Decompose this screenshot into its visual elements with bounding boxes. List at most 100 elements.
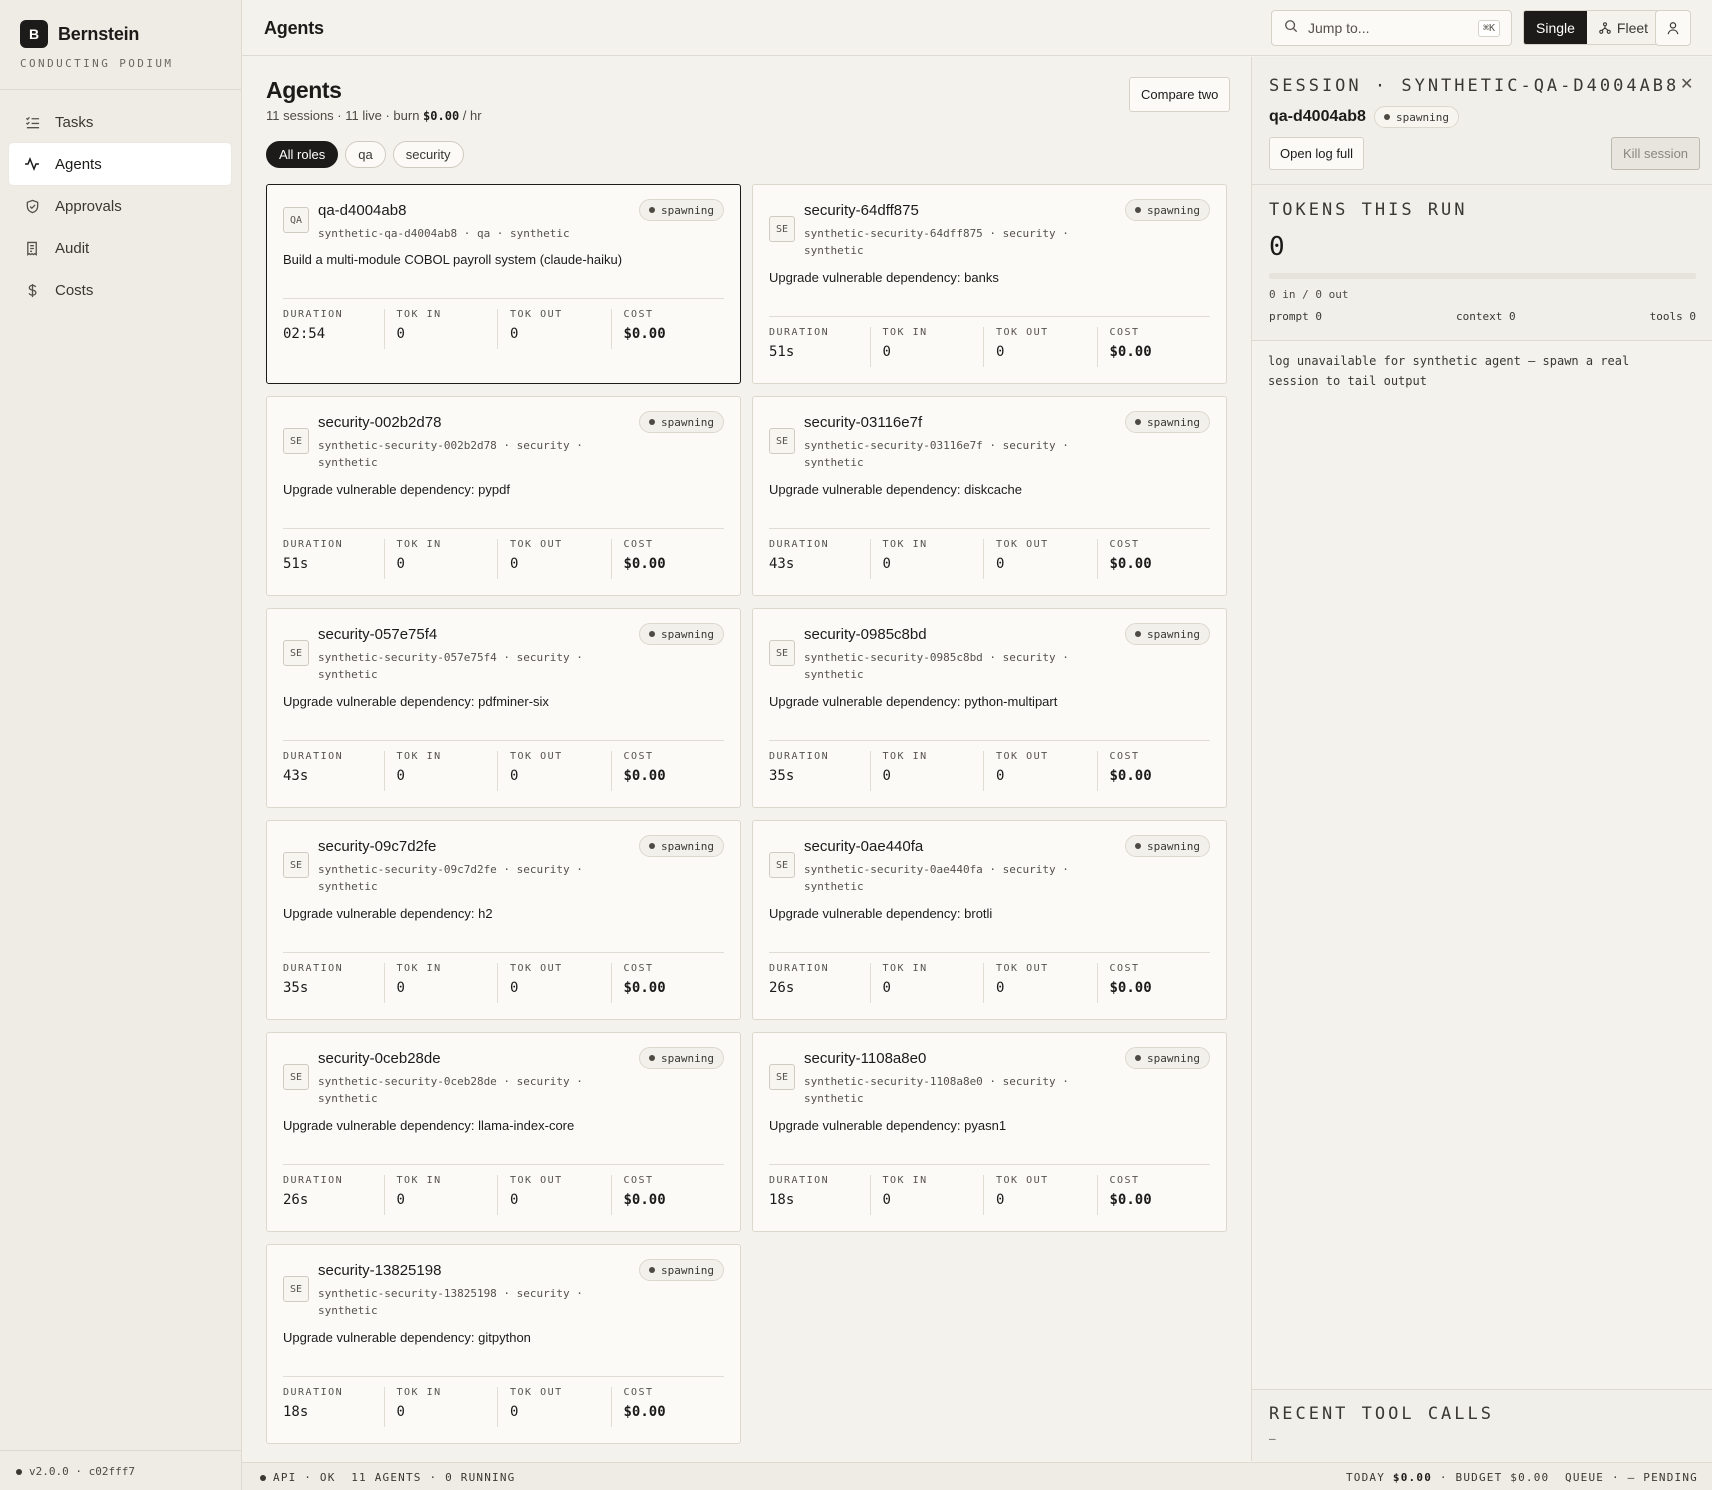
brand[interactable]: B Bernstein — [20, 20, 139, 48]
kill-session-button[interactable]: Kill session — [1611, 137, 1701, 170]
stat-label: DURATION — [283, 751, 344, 762]
stat-tok-in: TOK IN 0 — [383, 539, 498, 579]
agents-main: Agents 11 sessions · 11 live · burn $0.0… — [242, 57, 1251, 1461]
agent-card[interactable]: SE security-0985c8bd synthetic-security-09… — [752, 608, 1227, 808]
role-avatar: SE — [769, 852, 795, 878]
stat-cost: COST $0.00 — [610, 963, 725, 1003]
agent-card[interactable]: SE security-0ae440fa synthetic-security-0a… — [752, 820, 1227, 1020]
today-label: TODAY — [1345, 1471, 1393, 1484]
agent-stats: DURATION 35s TOK IN 0 TOK OUT 0 COST $0.00 — [769, 751, 1210, 791]
stat-label: COST — [623, 751, 654, 762]
agent-card[interactable]: SE security-1108a8e0 synthetic-security-11… — [752, 1032, 1227, 1232]
sidebar-item-audit[interactable]: Audit — [9, 227, 231, 269]
agent-task: Build a multi-module COBOL payroll syste… — [283, 252, 623, 267]
agent-card[interactable]: SE security-002b2d78 synthetic-security-00… — [266, 396, 741, 596]
status-text: spawning — [661, 203, 714, 217]
role-filters: All roles qa security — [266, 141, 471, 168]
role-avatar: SE — [769, 216, 795, 242]
sidebar-item-tasks[interactable]: Tasks — [9, 101, 231, 143]
stat-value: 0 — [396, 1404, 405, 1420]
burn-rate: $0.00 — [423, 109, 460, 123]
stat-label: TOK IN — [882, 751, 928, 762]
stat-tok-out: TOK OUT 0 — [497, 309, 611, 349]
agent-name: security-03116e7f — [804, 414, 923, 431]
tokens-title: TOKENS THIS RUN — [1269, 200, 1468, 220]
role-avatar: SE — [769, 640, 795, 666]
agent-card[interactable]: SE security-64dff875 synthetic-security-64… — [752, 184, 1227, 384]
brand-logo: B — [20, 20, 48, 48]
status-badge: spawning — [1125, 1047, 1210, 1069]
filter-qa[interactable]: qa — [345, 141, 386, 168]
session-log[interactable]: log unavailable for synthetic agent — sp… — [1252, 340, 1712, 1390]
stat-duration: DURATION 35s — [283, 963, 384, 1003]
sidebar-item-label: Approvals — [55, 197, 122, 215]
status-badge: spawning — [639, 411, 724, 433]
stat-value: $0.00 — [1109, 768, 1152, 784]
filter-security[interactable]: security — [392, 141, 464, 168]
role-avatar: SE — [283, 852, 309, 878]
user-menu-button[interactable] — [1655, 10, 1691, 46]
status-dot-icon — [649, 1055, 656, 1061]
status-left: API · OK 11 AGENTS · 0 RUNNING — [260, 1471, 516, 1484]
view-fleet-button[interactable]: Fleet — [1586, 11, 1661, 44]
view-single-button[interactable]: Single — [1524, 11, 1587, 44]
agent-name: security-002b2d78 — [318, 414, 442, 431]
stat-cost: COST $0.00 — [1096, 751, 1211, 791]
agent-card[interactable]: SE security-057e75f4 synthetic-security-05… — [266, 608, 741, 808]
status-dot-icon — [1384, 114, 1390, 120]
agent-name: security-09c7d2fe — [318, 838, 437, 855]
stat-value: 43s — [283, 768, 309, 784]
agent-card[interactable]: QA qa-d4004ab8 synthetic-qa-d4004ab8 · qa … — [266, 184, 741, 384]
agent-card[interactable]: SE security-03116e7f synthetic-security-03… — [752, 396, 1227, 596]
stat-label: COST — [623, 309, 654, 320]
sidebar-item-approvals[interactable]: Approvals — [9, 185, 231, 227]
agent-task: Upgrade vulnerable dependency: python-mu… — [769, 694, 1058, 709]
agent-card[interactable]: SE security-0ceb28de synthetic-security-0c… — [266, 1032, 741, 1232]
stat-label: TOK OUT — [510, 539, 563, 550]
stat-value: 0 — [396, 326, 405, 342]
stat-label: TOK OUT — [996, 1175, 1049, 1186]
stat-label: TOK IN — [396, 309, 442, 320]
stat-tok-out: TOK OUT 0 — [983, 327, 1097, 367]
agent-stats: DURATION 26s TOK IN 0 TOK OUT 0 COST $0.00 — [283, 1175, 724, 1215]
tokens-total: 0 — [1269, 232, 1285, 262]
stat-value: 18s — [283, 1404, 309, 1420]
session-panel: SESSION · SYNTHETIC-QA-D4004AB8 ✕ qa-d40… — [1251, 57, 1712, 1461]
stat-value: 0 — [882, 1192, 891, 1208]
status-badge: spawning — [1125, 199, 1210, 221]
search-input[interactable]: Jump to... ⌘K — [1271, 10, 1512, 46]
agent-card[interactable]: SE security-13825198 synthetic-security-13… — [266, 1244, 741, 1444]
stat-label: DURATION — [769, 327, 830, 338]
open-log-button[interactable]: Open log full — [1269, 137, 1364, 170]
status-dot-icon — [1135, 631, 1142, 637]
status-dot-icon — [1135, 419, 1142, 425]
sidebar-item-costs[interactable]: Costs — [9, 269, 231, 311]
stat-value: 26s — [769, 980, 795, 996]
sidebar-item-label: Tasks — [55, 113, 94, 131]
stat-cost: COST $0.00 — [1096, 1175, 1211, 1215]
status-badge: spawning — [639, 623, 724, 645]
stat-label: TOK OUT — [510, 309, 563, 320]
sidebar-item-label: Agents — [55, 155, 102, 173]
stat-duration: DURATION 51s — [769, 327, 870, 367]
status-text: spawning — [661, 627, 714, 641]
status-text: spawning — [1147, 415, 1200, 429]
stat-label: TOK IN — [396, 539, 442, 550]
status-text: spawning — [1147, 839, 1200, 853]
agent-stats: DURATION 51s TOK IN 0 TOK OUT 0 COST $0.00 — [769, 327, 1210, 367]
stat-label: COST — [623, 539, 654, 550]
stat-duration: DURATION 02:54 — [283, 309, 384, 349]
filter-all-roles[interactable]: All roles — [266, 141, 339, 168]
agent-name: security-64dff875 — [804, 202, 919, 219]
view-single-label: Single — [1536, 19, 1575, 36]
agent-stats: DURATION 02:54 TOK IN 0 TOK OUT 0 COST $0.00 — [283, 309, 724, 349]
agent-card[interactable]: SE security-09c7d2fe synthetic-security-09… — [266, 820, 741, 1020]
compare-two-button[interactable]: Compare two — [1129, 77, 1231, 112]
stat-value: $0.00 — [623, 326, 666, 342]
stat-tok-in: TOK IN 0 — [383, 1175, 498, 1215]
status-badge: spawning — [1374, 106, 1459, 128]
brand-tagline: CONDUCTING PODIUM — [20, 57, 174, 70]
close-icon[interactable]: ✕ — [1680, 74, 1693, 94]
sidebar-item-agents[interactable]: Agents — [9, 143, 231, 185]
agent-meta: synthetic-security-64dff875 · security ·… — [804, 227, 1069, 257]
